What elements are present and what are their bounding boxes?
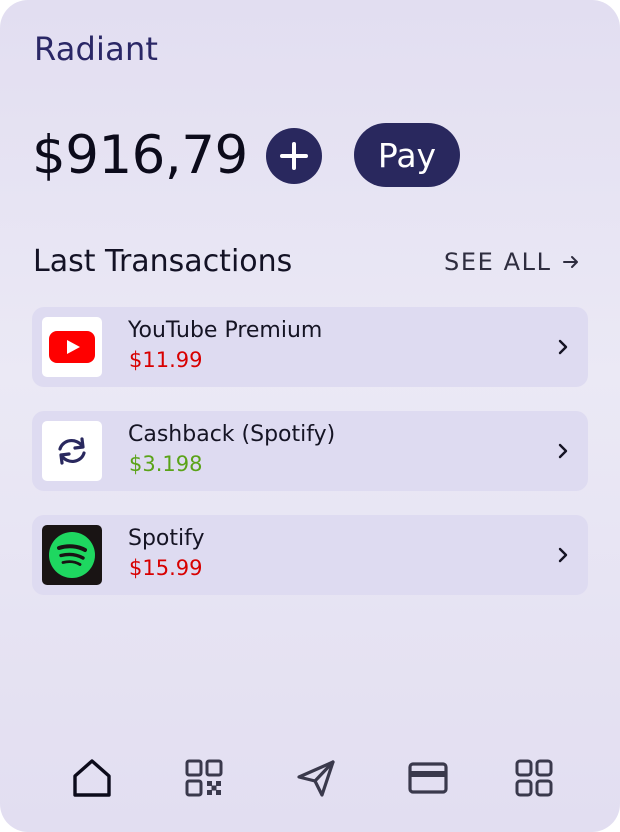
nav-card[interactable]: [404, 754, 452, 802]
transaction-amount: $3.198: [129, 452, 203, 476]
transaction-row[interactable]: YouTube Premium $11.99: [32, 307, 588, 387]
bottom-nav: [0, 748, 620, 808]
send-icon: [297, 760, 335, 797]
nav-send[interactable]: [292, 754, 340, 802]
transaction-name: YouTube Premium: [128, 318, 323, 343]
nav-home[interactable]: [68, 754, 116, 802]
refresh-sync-icon: [42, 421, 102, 481]
spotify-logo-icon: [42, 525, 102, 585]
transaction-name: Cashback (Spotify): [128, 422, 336, 447]
qr-code-icon: [185, 759, 223, 797]
nav-grid[interactable]: [510, 754, 558, 802]
plus-icon: [280, 142, 308, 170]
balance-amount: $916,79: [32, 125, 248, 186]
transactions-heading: Last Transactions: [33, 244, 293, 279]
see-all-label: SEE ALL: [444, 248, 552, 276]
transaction-row[interactable]: Spotify $15.99: [32, 515, 588, 595]
youtube-logo-icon: [42, 317, 102, 377]
add-funds-button[interactable]: [266, 128, 322, 184]
grid-icon: [515, 759, 553, 797]
home-icon: [73, 759, 111, 797]
wallet-card: Radiant $916,79 Pay Last Transactions SE…: [0, 0, 620, 832]
transaction-amount: $11.99: [129, 348, 203, 372]
see-all-link[interactable]: SEE ALL: [444, 248, 580, 276]
nav-qr[interactable]: [180, 754, 228, 802]
transaction-name: Spotify: [128, 526, 205, 551]
arrow-right-icon: [562, 256, 578, 268]
chevron-right-icon: [558, 443, 568, 459]
chevron-right-icon: [558, 339, 568, 355]
transaction-row[interactable]: Cashback (Spotify) $3.198: [32, 411, 588, 491]
app-title: Radiant: [34, 30, 159, 68]
chevron-right-icon: [558, 547, 568, 563]
transaction-amount: $15.99: [129, 556, 203, 580]
pay-button[interactable]: Pay: [354, 123, 460, 187]
card-icon: [408, 762, 448, 794]
